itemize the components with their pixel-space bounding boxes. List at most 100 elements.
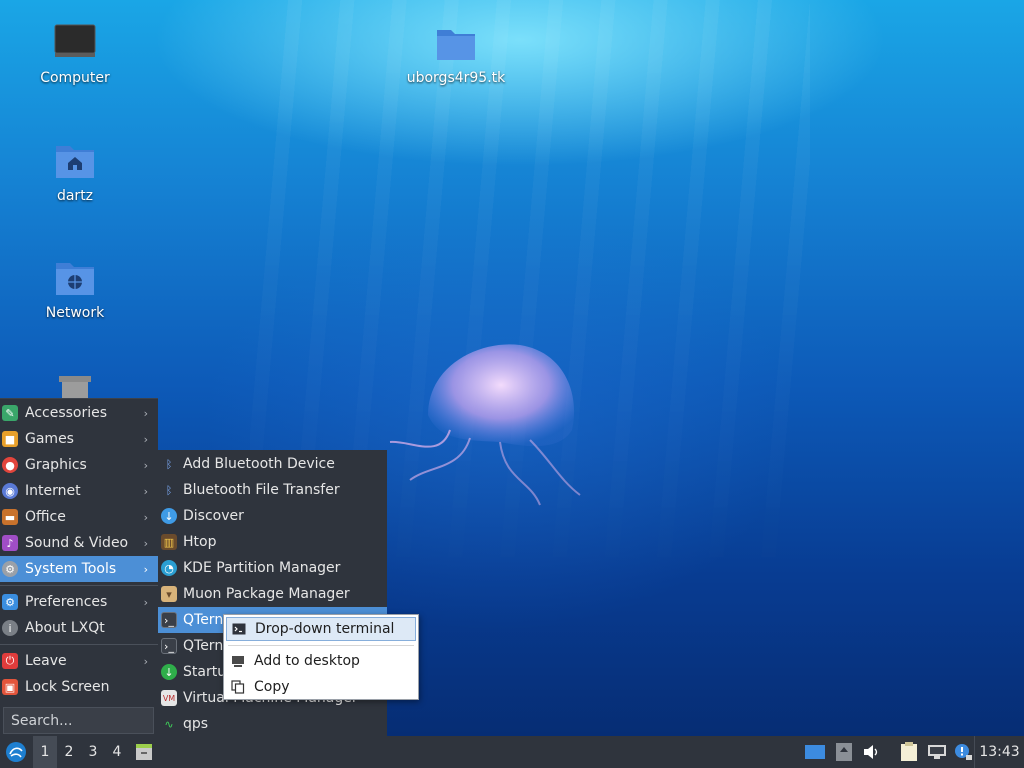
- bluetooth-icon: ᛒ: [165, 483, 173, 497]
- desktop-icon-folder[interactable]: uborgs4r95.tk: [401, 22, 511, 86]
- clipboard-icon: [901, 742, 917, 761]
- submenu-item-label: qps: [183, 716, 209, 732]
- context-menu: Drop-down terminal Add to desktop Copy: [223, 614, 419, 700]
- submenu-item-label: Bluetooth File Transfer: [183, 482, 340, 498]
- submenu-item-kde-partition-manager[interactable]: ◔ KDE Partition Manager: [158, 555, 387, 581]
- terminal-icon: ›_: [161, 638, 177, 654]
- chevron-right-icon: ›: [143, 406, 148, 420]
- start-menu-button[interactable]: [2, 736, 30, 768]
- desktop-icon-network[interactable]: Network: [20, 257, 130, 321]
- menu-item-label: System Tools: [25, 561, 117, 577]
- htop-icon: ▥: [161, 534, 177, 550]
- submenu-item-label: Muon Package Manager: [183, 586, 350, 602]
- taskbar: 1 2 3 4 13:43: [0, 736, 1024, 768]
- chevron-right-icon: ›: [143, 595, 148, 609]
- context-separator: [228, 645, 414, 646]
- submenu-item-add-bluetooth-device[interactable]: ᛒ Add Bluetooth Device: [158, 451, 387, 477]
- menu-item-label: Sound & Video: [25, 535, 129, 551]
- network-folder-icon: [56, 263, 94, 295]
- chevron-right-icon: ›: [143, 484, 148, 498]
- menu-item-graphics[interactable]: ● Graphics ›: [0, 452, 158, 478]
- menu-search-input[interactable]: Search...: [3, 707, 154, 734]
- terminal-icon: [232, 622, 246, 636]
- lock-icon: ▣: [2, 679, 18, 695]
- accessories-icon: ✎: [2, 405, 18, 421]
- menu-item-sound-video[interactable]: ♪ Sound & Video ›: [0, 530, 158, 556]
- menu-item-label: Accessories: [25, 405, 108, 421]
- chevron-right-icon: ›: [143, 458, 148, 472]
- menu-item-label: Internet: [25, 483, 81, 499]
- context-item-copy[interactable]: Copy: [226, 675, 416, 699]
- desktop-icon-home[interactable]: dartz: [20, 140, 130, 204]
- folder-icon: [437, 30, 475, 60]
- workspace-label: 2: [64, 744, 74, 760]
- games-icon: ■: [2, 431, 18, 447]
- qps-icon: ∿: [164, 717, 174, 731]
- menu-item-label: Preferences: [25, 594, 108, 610]
- context-item-label: Drop-down terminal: [255, 621, 395, 637]
- menu-item-label: Leave: [25, 653, 67, 669]
- add-desktop-icon: [231, 654, 245, 668]
- menu-item-games[interactable]: ■ Games ›: [0, 426, 158, 452]
- menu-item-label: Lock Screen: [25, 679, 110, 695]
- menu-item-system-tools[interactable]: ⚙ System Tools ›: [0, 556, 158, 582]
- menu-item-preferences[interactable]: ⚙ Preferences ›: [0, 589, 158, 615]
- menu-item-about[interactable]: i About LXQt: [0, 615, 158, 641]
- volume-button[interactable]: [861, 736, 883, 768]
- desktop-icon-label: Network: [45, 305, 105, 321]
- show-desktop-button[interactable]: [803, 736, 827, 768]
- chevron-right-icon: ›: [143, 432, 148, 446]
- submenu-item-label: KDE Partition Manager: [183, 560, 341, 576]
- submenu-item-muon-package-manager[interactable]: ▾ Muon Package Manager: [158, 581, 387, 607]
- lxqt-logo-icon: [6, 742, 26, 762]
- copy-icon: [231, 680, 245, 694]
- submenu-item-label: Discover: [183, 508, 244, 524]
- submenu-item-label: QTern: [183, 638, 224, 654]
- workspace-2[interactable]: 2: [57, 736, 81, 768]
- menu-item-lock-screen[interactable]: ▣ Lock Screen: [0, 674, 158, 700]
- notification-button[interactable]: [952, 736, 974, 768]
- submenu-item-qps[interactable]: ∿ qps: [158, 711, 387, 737]
- network-button[interactable]: [926, 736, 948, 768]
- info-icon: i: [2, 620, 18, 636]
- update-notifier-button[interactable]: [834, 736, 854, 768]
- menu-item-office[interactable]: ▬ Office ›: [0, 504, 158, 530]
- virt-manager-icon: VM: [161, 690, 177, 706]
- menu-item-label: About LXQt: [25, 620, 105, 636]
- submenu-item-label: Add Bluetooth Device: [183, 456, 335, 472]
- submenu-item-label: Htop: [183, 534, 217, 550]
- archive-icon: [136, 744, 152, 760]
- desktop-icon-computer[interactable]: Computer: [20, 22, 130, 86]
- graphics-icon: ●: [2, 457, 18, 473]
- menu-item-accessories[interactable]: ✎ Accessories ›: [0, 400, 158, 426]
- workspace-4[interactable]: 4: [105, 736, 129, 768]
- preferences-icon: ⚙: [2, 594, 18, 610]
- context-item-label: Add to desktop: [254, 653, 360, 669]
- submenu-item-discover[interactable]: ↓ Discover: [158, 503, 387, 529]
- menu-item-label: Graphics: [25, 457, 87, 473]
- submenu-item-label: Startu: [183, 664, 227, 680]
- submenu-item-htop[interactable]: ▥ Htop: [158, 529, 387, 555]
- clipboard-button[interactable]: [898, 736, 920, 768]
- network-icon: [928, 745, 946, 759]
- chevron-right-icon: ›: [143, 536, 148, 550]
- workspace-label: 4: [112, 744, 122, 760]
- wallpaper-jellyfish: [389, 344, 581, 506]
- context-item-add-to-desktop[interactable]: Add to desktop: [226, 649, 416, 673]
- notification-icon: [955, 744, 972, 760]
- menu-item-label: Games: [25, 431, 74, 447]
- startup-icon: ↓: [161, 664, 177, 680]
- workspace-3[interactable]: 3: [81, 736, 105, 768]
- taskbar-clock[interactable]: 13:43: [974, 736, 1024, 768]
- workspace-label: 1: [40, 744, 50, 760]
- partition-manager-icon: ◔: [161, 560, 177, 576]
- menu-item-internet[interactable]: ◉ Internet ›: [0, 478, 158, 504]
- submenu-item-bluetooth-file-transfer[interactable]: ᛒ Bluetooth File Transfer: [158, 477, 387, 503]
- menu-item-leave[interactable]: ⏻ Leave ›: [0, 648, 158, 674]
- context-item-drop-down-terminal[interactable]: Drop-down terminal: [226, 617, 416, 641]
- internet-icon: ◉: [2, 483, 18, 499]
- volume-icon: [864, 745, 878, 759]
- quicklaunch-file-manager[interactable]: [132, 736, 156, 768]
- bluetooth-icon: ᛒ: [165, 457, 173, 471]
- workspace-1[interactable]: 1: [33, 736, 57, 768]
